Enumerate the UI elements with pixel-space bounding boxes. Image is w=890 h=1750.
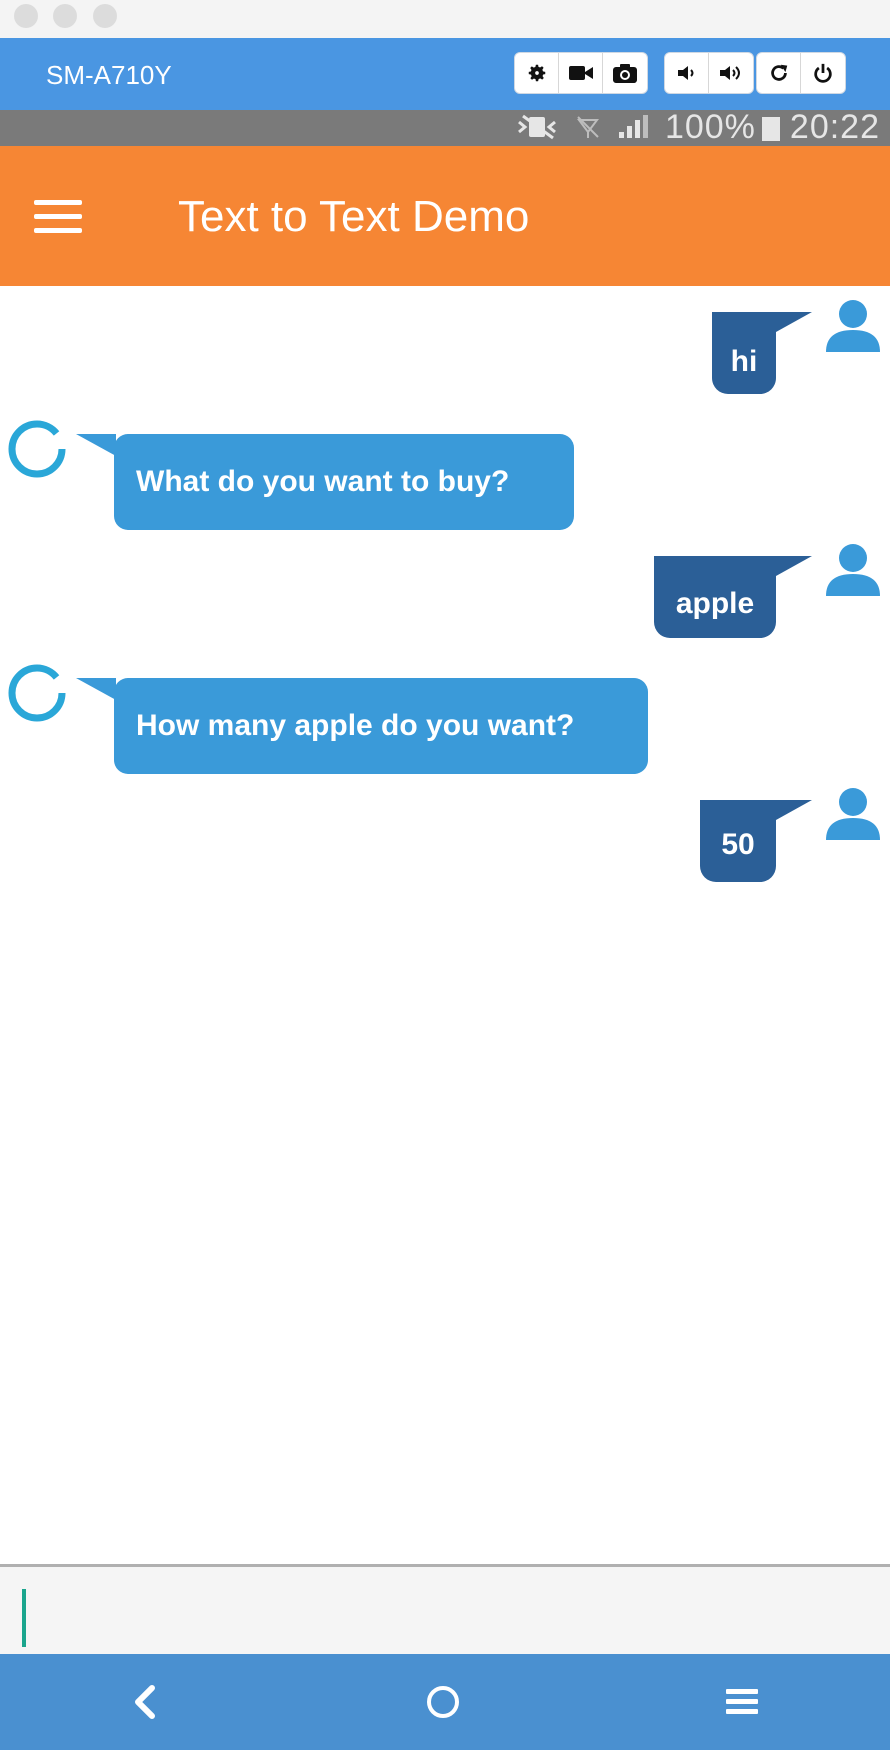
bot-avatar-icon xyxy=(8,420,66,478)
volume-up-button[interactable] xyxy=(709,53,753,93)
device-name: SM-A710Y xyxy=(46,60,172,90)
bubble-tail xyxy=(76,678,116,700)
window-maximize-button[interactable] xyxy=(93,4,117,28)
message-text: hi xyxy=(730,345,758,378)
user-message-bubble: hi xyxy=(712,312,776,394)
bubble-tail xyxy=(776,556,812,576)
text-cursor xyxy=(22,1589,26,1647)
volume-down-button[interactable] xyxy=(665,53,709,93)
message-input[interactable] xyxy=(14,1577,874,1647)
app-bar: Text to Text Demo xyxy=(0,146,890,286)
status-icons xyxy=(515,114,649,140)
power-icon xyxy=(814,63,832,83)
message-text: 50 xyxy=(721,828,755,861)
bot-message-bubble: What do you want to buy? xyxy=(114,434,574,530)
status-readout: 100% 20:22 xyxy=(665,108,880,147)
video-camera-icon xyxy=(568,66,593,80)
home-icon xyxy=(427,1686,459,1718)
android-navigation-bar xyxy=(0,1654,890,1750)
bubble-tail xyxy=(76,434,116,456)
android-status-bar: 100% 20:22 xyxy=(0,108,890,147)
rotate-icon xyxy=(770,64,787,81)
settings-button[interactable] xyxy=(515,53,559,93)
screenshot-button[interactable] xyxy=(603,53,647,93)
rotate-button[interactable] xyxy=(757,53,801,93)
home-button[interactable] xyxy=(413,1672,473,1732)
no-signal-icon xyxy=(577,116,599,138)
back-icon xyxy=(135,1685,155,1719)
settings-icon xyxy=(528,64,545,82)
message-input-area xyxy=(0,1564,890,1654)
message-text: How many apple do you want? xyxy=(136,709,575,742)
menu-icon xyxy=(726,1689,758,1714)
signal-icon xyxy=(619,115,648,138)
user-avatar-icon xyxy=(826,788,880,840)
video-button[interactable] xyxy=(559,53,603,93)
bubble-tail xyxy=(776,312,812,332)
window-close-button[interactable] xyxy=(14,4,38,28)
volume-down-icon xyxy=(677,66,693,80)
hamburger-menu-icon[interactable] xyxy=(34,200,82,234)
app-title: Text to Text Demo xyxy=(178,192,530,241)
bot-message-bubble: How many apple do you want? xyxy=(114,678,648,774)
user-message-bubble: apple xyxy=(654,556,776,638)
user-message-bubble: 50 xyxy=(700,800,776,882)
volume-up-icon xyxy=(720,66,740,80)
back-button[interactable] xyxy=(116,1672,176,1732)
battery-percentage: 100% xyxy=(664,108,756,146)
user-avatar-icon xyxy=(826,300,880,352)
bot-avatar-icon xyxy=(8,664,66,722)
message-text: apple xyxy=(675,587,755,620)
window-titlebar xyxy=(0,0,890,38)
device-toolbar: SM-A710Y xyxy=(0,38,890,110)
window-minimize-button[interactable] xyxy=(53,4,77,28)
power-button[interactable] xyxy=(801,53,845,93)
power-controls xyxy=(756,52,846,94)
user-avatar-icon xyxy=(826,544,880,596)
message-text: What do you want to buy? xyxy=(136,465,510,498)
bubble-tail xyxy=(776,800,812,820)
vibrate-icon xyxy=(518,114,556,140)
media-controls xyxy=(514,52,648,94)
battery-icon xyxy=(761,117,780,142)
volume-controls xyxy=(664,52,754,94)
menu-button[interactable] xyxy=(712,1672,772,1732)
chat-area[interactable]: hi What do you want to buy? apple How ma… xyxy=(0,286,890,1564)
camera-icon xyxy=(613,64,637,83)
clock: 20:22 xyxy=(789,108,880,146)
